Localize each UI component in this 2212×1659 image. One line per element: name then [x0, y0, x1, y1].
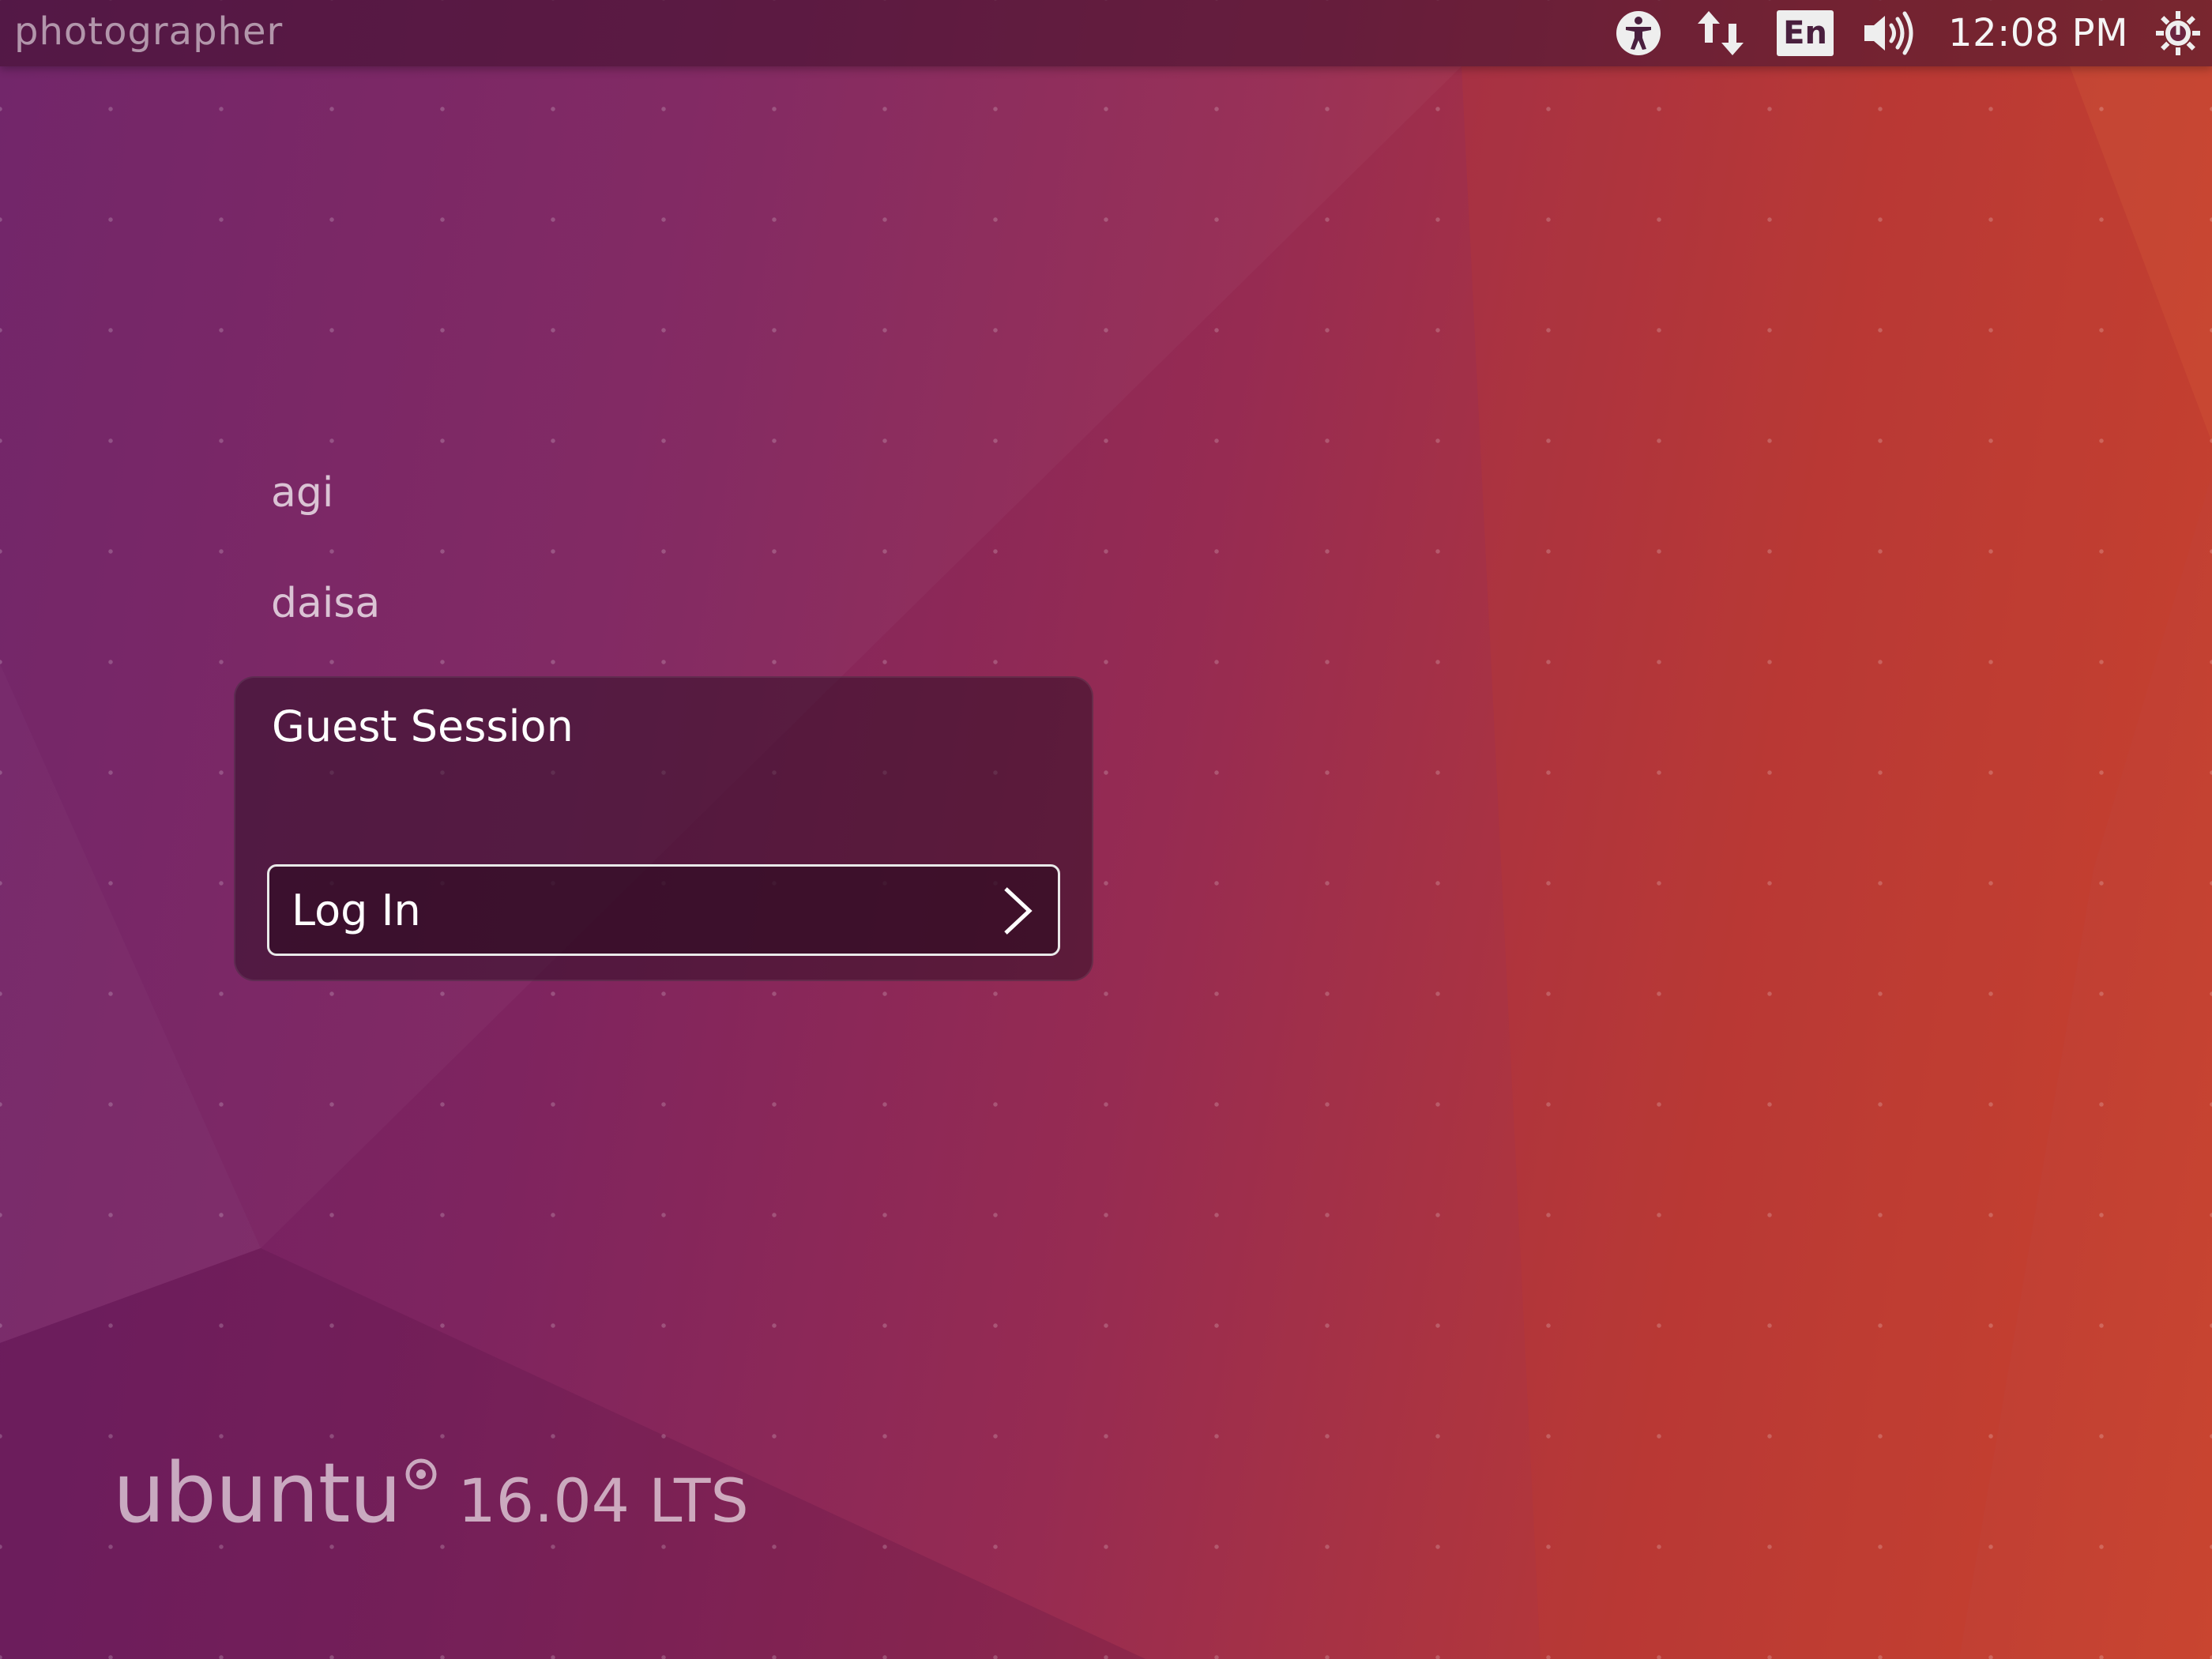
keyboard-layout-icon[interactable]: En — [1762, 0, 1849, 66]
volume-icon[interactable] — [1849, 0, 1931, 66]
network-icon[interactable] — [1680, 0, 1762, 66]
greeter-prompt-box: Guest Session Log In — [234, 676, 1093, 981]
chevron-right-icon — [1004, 887, 1033, 935]
accessibility-icon[interactable] — [1597, 0, 1680, 66]
login-button[interactable]: Log In — [267, 864, 1060, 956]
circle-of-friends-icon — [405, 1458, 437, 1490]
power-icon[interactable] — [2144, 0, 2212, 66]
top-panel: photographer En 12:08 PM — [0, 0, 2212, 66]
login-label: Log In — [292, 885, 421, 935]
user-item-daisa[interactable]: daisa — [271, 580, 380, 627]
hostname: photographer — [14, 9, 284, 54]
user-item-agi[interactable]: agi — [271, 469, 333, 517]
brand-version: 16.04 LTS — [457, 1465, 749, 1536]
brand-word: ubuntu — [113, 1445, 401, 1541]
ubuntu-logo: ubuntu 16.04 LTS — [113, 1452, 749, 1534]
session-title[interactable]: Guest Session — [272, 702, 574, 751]
indicator-area: En 12:08 PM — [1597, 0, 2212, 66]
keyboard-layout-label: En — [1777, 10, 1834, 56]
clock-label: 12:08 PM — [1948, 11, 2128, 55]
clock[interactable]: 12:08 PM — [1931, 0, 2144, 66]
